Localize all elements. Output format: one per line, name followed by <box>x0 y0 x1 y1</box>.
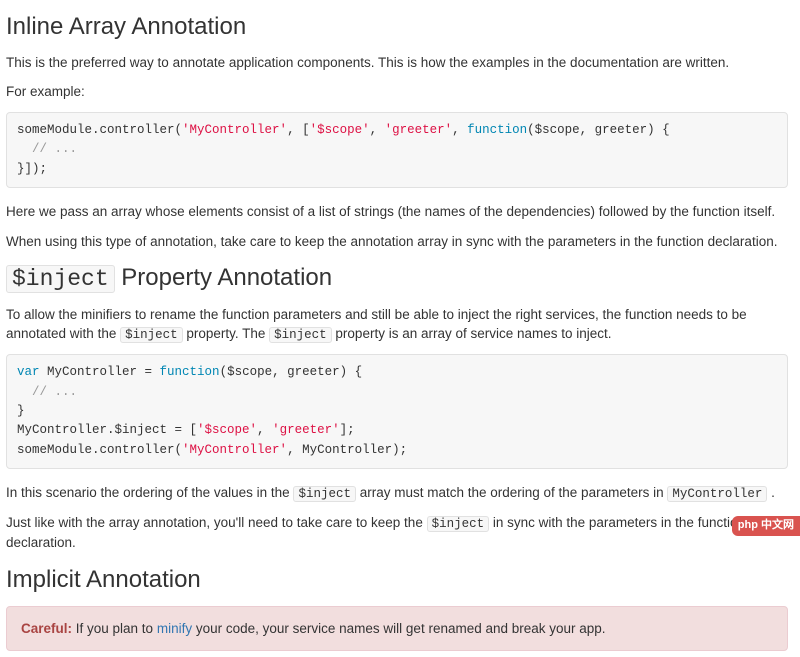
para-inline-explain: Here we pass an array whose elements con… <box>6 202 788 222</box>
alert-strong: Careful: <box>21 621 72 636</box>
inject-code-inline-4: $inject <box>427 516 490 532</box>
code-inject-property: var MyController = function($scope, gree… <box>6 354 788 469</box>
para-inject-ordering: In this scenario the ordering of the val… <box>6 483 788 503</box>
corner-badge: php 中文网 <box>732 516 800 536</box>
code-inline-array: someModule.controller('MyController', ['… <box>6 112 788 188</box>
para-for-example: For example: <box>6 82 788 102</box>
alert-careful: Careful: If you plan to minify your code… <box>6 606 788 652</box>
para-inject-sync: Just like with the array annotation, you… <box>6 513 788 553</box>
heading-implicit: Implicit Annotation <box>6 563 788 598</box>
mycontroller-code-inline: MyController <box>667 486 767 502</box>
para-inject-intro: To allow the minifiers to rename the fun… <box>6 305 788 345</box>
inject-code-inline-2: $inject <box>269 327 332 343</box>
inject-code-heading: $inject <box>6 265 115 293</box>
para-inline-intro: This is the preferred way to annotate ap… <box>6 53 788 73</box>
inject-code-inline: $inject <box>120 327 183 343</box>
inject-code-inline-3: $inject <box>293 486 356 502</box>
minify-link[interactable]: minify <box>157 621 192 636</box>
para-inline-note: When using this type of annotation, take… <box>6 232 788 252</box>
heading-inline-array: Inline Array Annotation <box>6 10 788 45</box>
heading-inject-property: $inject Property Annotation <box>6 261 788 296</box>
